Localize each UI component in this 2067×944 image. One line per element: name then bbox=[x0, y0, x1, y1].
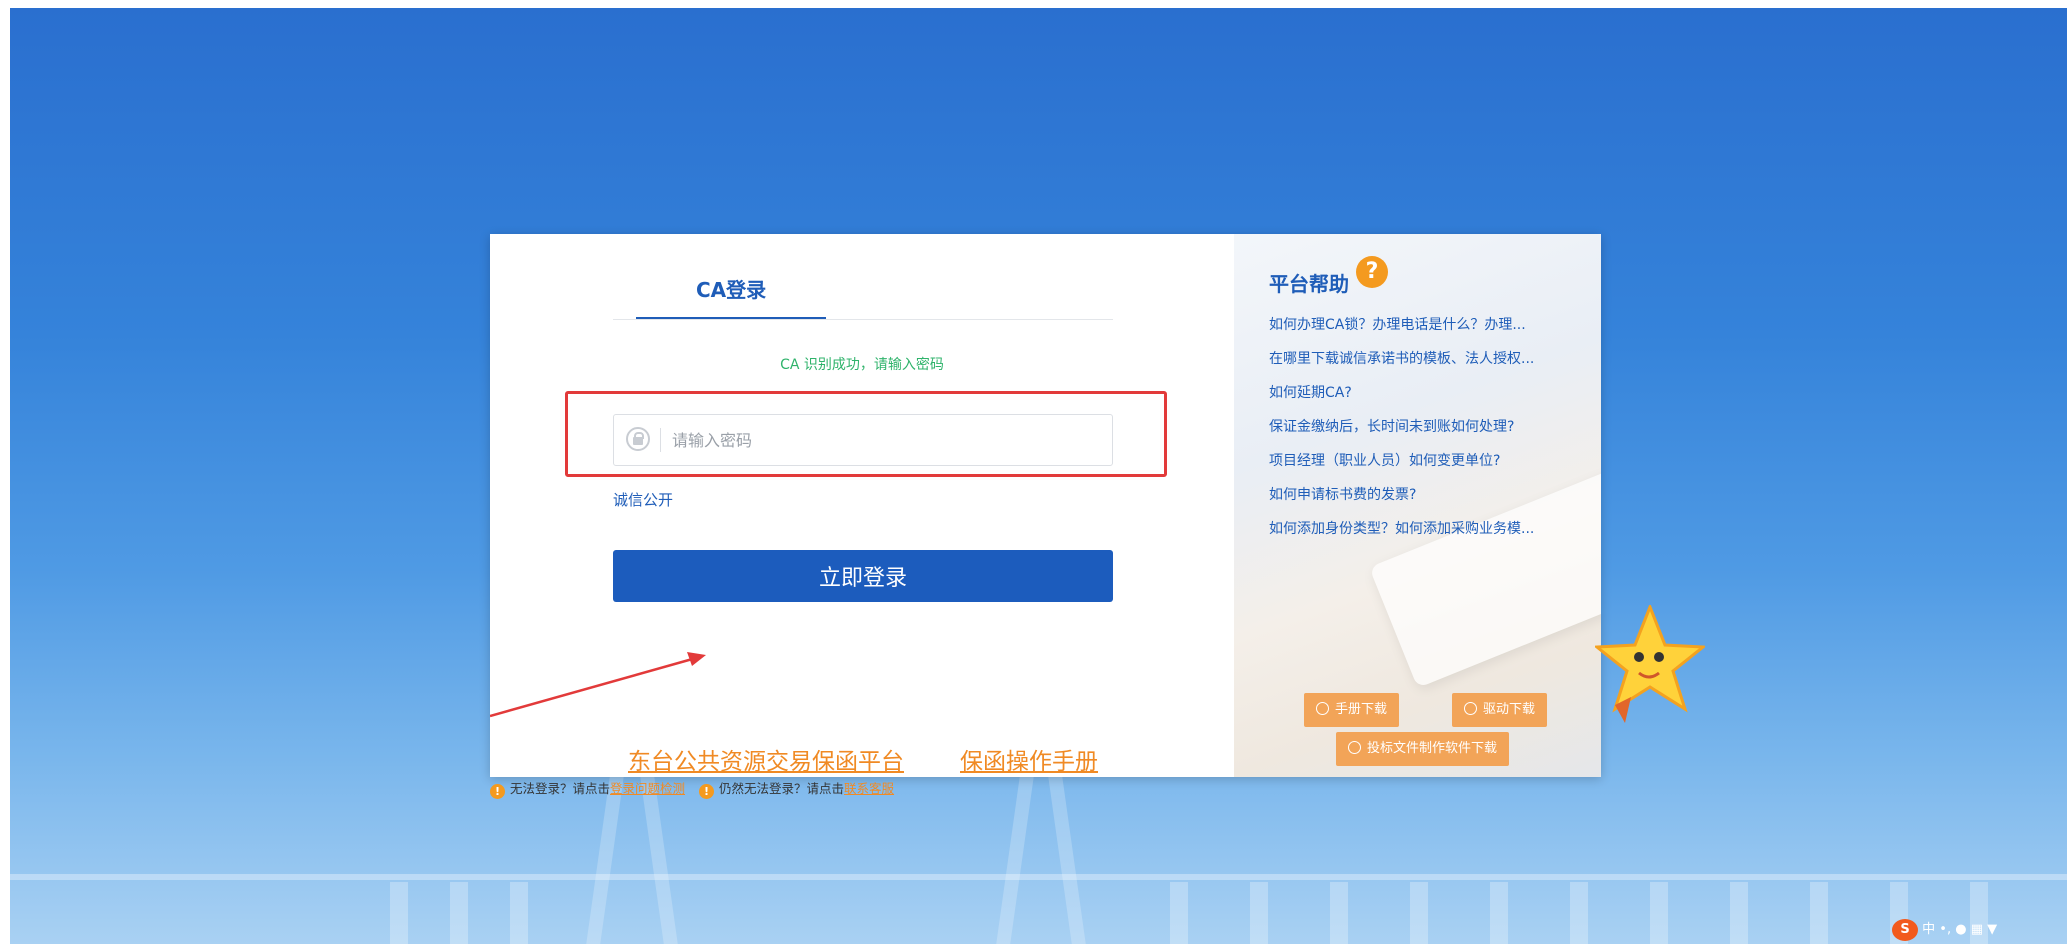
help-list: 如何办理CA锁？办理电话是什么？办理... 在哪里下载诚信承诺书的模板、法人授权… bbox=[1269, 308, 1534, 546]
driver-download-button[interactable]: 驱动下载 bbox=[1452, 693, 1548, 727]
manual-download-button[interactable]: 手册下载 bbox=[1304, 693, 1400, 727]
help-panel: 平台帮助 ? 如何办理CA锁？办理电话是什么？办理... 在哪里下载诚信承诺书的… bbox=[1234, 234, 1601, 777]
bridge-pier bbox=[1650, 882, 1668, 944]
warning-icon: ! bbox=[490, 784, 505, 799]
bid-software-download-label: 投标文件制作软件下载 bbox=[1367, 741, 1498, 756]
operation-manual-link[interactable]: 保函操作手册 bbox=[960, 742, 1098, 776]
help-item[interactable]: 如何添加身份类型？如何添加采购业务模... bbox=[1269, 512, 1534, 546]
password-field bbox=[613, 414, 1113, 466]
ca-status-message: CA 识别成功，请输入密码 bbox=[780, 357, 944, 373]
warning-icon: ! bbox=[699, 784, 715, 799]
note-text-2: 仍然无法登录？请点击 bbox=[719, 781, 845, 796]
help-item[interactable]: 在哪里下载诚信承诺书的模板、法人授权... bbox=[1269, 342, 1534, 376]
login-check-link[interactable]: 登录问题检测 bbox=[610, 781, 685, 796]
tab-ca-login[interactable]: CA登录 bbox=[696, 274, 766, 303]
help-item[interactable]: 如何延期CA? bbox=[1269, 376, 1534, 410]
bridge-pier bbox=[1490, 882, 1508, 944]
note-text-1: 无法登录？请点击 bbox=[510, 781, 611, 796]
tab-divider bbox=[613, 319, 1113, 320]
punctuation-icon[interactable]: •, bbox=[1939, 922, 1951, 937]
microphone-icon[interactable]: ● bbox=[1955, 922, 1966, 937]
login-card: CA登录 CA 识别成功，请输入密码 诚信公开 立即登录 东台公共资源交易保函平… bbox=[490, 234, 1601, 777]
login-button[interactable]: 立即登录 bbox=[613, 550, 1113, 602]
bridge-pier bbox=[1730, 882, 1748, 944]
help-item[interactable]: 保证金缴纳后，长时间未到账如何处理? bbox=[1269, 410, 1534, 444]
bridge-pier bbox=[1570, 882, 1588, 944]
help-title: 平台帮助 bbox=[1269, 272, 1349, 296]
platform-link[interactable]: 东台公共资源交易保函平台 bbox=[628, 742, 904, 776]
password-input[interactable] bbox=[670, 423, 1094, 457]
sogou-logo-icon: S bbox=[1892, 919, 1918, 941]
driver-download-label: 驱动下载 bbox=[1483, 702, 1536, 717]
login-panel: CA登录 CA 识别成功，请输入密码 诚信公开 立即登录 东台公共资源交易保函平… bbox=[490, 234, 1234, 777]
question-icon: ? bbox=[1356, 256, 1388, 288]
lock-icon bbox=[626, 427, 650, 451]
bridge-pier bbox=[1410, 882, 1428, 944]
bridge-pier bbox=[390, 882, 408, 944]
bridge-pier bbox=[1170, 882, 1188, 944]
skin-icon[interactable]: ▼ bbox=[1987, 922, 1997, 937]
download-icon bbox=[1316, 702, 1329, 715]
download-icon bbox=[1464, 702, 1477, 715]
help-item[interactable]: 项目经理（职业人员）如何变更单位? bbox=[1269, 444, 1534, 478]
bridge-pylon-right bbox=[996, 748, 1038, 944]
field-divider bbox=[660, 428, 661, 452]
ime-language-label[interactable]: 中 bbox=[1922, 922, 1935, 937]
keyboard-icon[interactable]: ▦ bbox=[1971, 922, 1983, 937]
help-item[interactable]: 如何办理CA锁？办理电话是什么？办理... bbox=[1269, 308, 1534, 342]
bridge-pier bbox=[1330, 882, 1348, 944]
bridge-pylon-right bbox=[1044, 748, 1086, 944]
annotation-arrow bbox=[490, 652, 706, 718]
integrity-public-link[interactable]: 诚信公开 bbox=[613, 489, 673, 510]
help-item[interactable]: 如何申请标书费的发票? bbox=[1269, 478, 1534, 512]
download-icon bbox=[1348, 741, 1361, 754]
bridge-pier bbox=[450, 882, 468, 944]
contact-support-link[interactable]: 联系客服 bbox=[844, 781, 894, 796]
manual-download-label: 手册下载 bbox=[1335, 702, 1388, 717]
bridge-pier bbox=[510, 882, 528, 944]
ime-toolbar[interactable]: S 中 •, ● ▦ ▼ bbox=[1892, 918, 1997, 942]
mascot-star-assistant[interactable] bbox=[1595, 605, 1705, 735]
bid-software-download-button[interactable]: 投标文件制作软件下载 bbox=[1336, 732, 1510, 766]
login-help-notes: ! 无法登录？请点击登录问题检测! 仍然无法登录？请点击联系客服 bbox=[490, 778, 894, 799]
bridge-pier bbox=[1250, 882, 1268, 944]
bridge-pier bbox=[1810, 882, 1828, 944]
bridge-deck bbox=[10, 874, 2067, 880]
